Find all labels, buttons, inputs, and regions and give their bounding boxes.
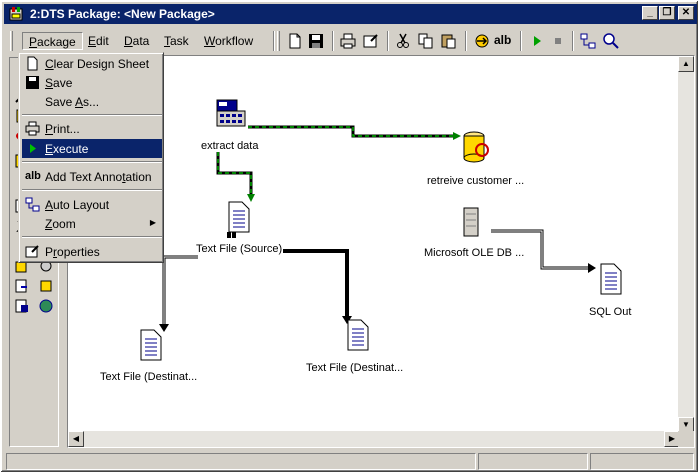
toolbar-separator [387, 31, 389, 51]
restore-button[interactable]: ❐ [659, 6, 675, 20]
package-menu-dropdown: Clear Design Sheet Save Save As... Print… [18, 52, 164, 263]
node-label-extract-data[interactable]: extract data [201, 140, 258, 152]
scrollbar-corner [678, 431, 694, 447]
sql-connection-icon[interactable] [215, 98, 247, 128]
status-panel-main [6, 453, 476, 470]
menu-item-clear-design-sheet[interactable]: Clear Design Sheet [22, 54, 162, 73]
status-panel-2 [478, 453, 588, 470]
horizontal-scrollbar[interactable]: ◀ ▶ [68, 431, 680, 447]
ole-db-server-icon[interactable] [461, 206, 481, 238]
menu-item-add-text-annotation[interactable]: alb Add Text Annotation [22, 167, 162, 186]
menu-separator [22, 236, 162, 238]
text-annotation-icon[interactable]: alb [494, 33, 511, 47]
toolbar-separator [273, 31, 275, 51]
text-file-icon[interactable] [138, 329, 164, 361]
window-title: 2:DTS Package: <New Package> [30, 7, 215, 21]
menu-item-auto-layout[interactable]: Auto Layout [22, 195, 162, 214]
menu-task[interactable]: Task [158, 32, 195, 50]
import-icon[interactable] [473, 32, 491, 50]
paste-icon[interactable] [440, 32, 458, 50]
menu-separator [22, 161, 162, 163]
text-file-icon[interactable] [226, 201, 252, 239]
auto-layout-icon [25, 197, 40, 212]
menu-item-save[interactable]: Save [22, 73, 162, 92]
menu-data[interactable]: Data [118, 32, 155, 50]
node-label-text-file-source[interactable]: Text File (Source) [196, 243, 282, 255]
vertical-scrollbar[interactable]: ▲ ▼ [678, 56, 694, 433]
menu-item-properties[interactable]: Properties [22, 242, 162, 261]
status-bar [4, 451, 697, 471]
cut-icon[interactable] [394, 32, 412, 50]
menu-item-execute[interactable]: Execute [22, 139, 162, 158]
menu-workflow[interactable]: Workflow [198, 32, 259, 50]
submenu-arrow-icon: ▶ [149, 218, 156, 227]
palette-script-icon[interactable] [14, 278, 30, 294]
node-label-text-file-destination-2[interactable]: Text File (Destinat... [306, 362, 403, 374]
zoom-icon[interactable] [602, 32, 620, 50]
status-panel-3 [590, 453, 694, 470]
menu-item-save-as[interactable]: Save As... [22, 92, 162, 111]
menu-item-print[interactable]: Print... [22, 119, 162, 138]
properties-icon [25, 245, 39, 258]
toolbar-separator [332, 31, 334, 51]
palette-globe-icon[interactable] [38, 298, 54, 314]
menu-separator [22, 114, 162, 116]
auto-layout-icon[interactable] [579, 32, 597, 50]
app-icon [9, 7, 23, 21]
text-annotation-icon: alb [25, 170, 41, 182]
node-label-ole-db[interactable]: Microsoft OLE DB ... [424, 247, 524, 259]
toolbar-separator [520, 31, 522, 51]
execute-icon [30, 144, 36, 153]
text-file-icon[interactable] [345, 319, 371, 351]
close-button[interactable]: ✕ [678, 6, 694, 20]
toolbar-separator [465, 31, 467, 51]
data-driven-query-icon[interactable] [460, 130, 492, 164]
menu-package[interactable]: Package [22, 32, 83, 50]
menu-toolbar-row: Package Edit Data Task Workflow alb [4, 27, 697, 55]
copy-icon[interactable] [417, 32, 435, 50]
palette-cube-icon[interactable] [38, 278, 54, 294]
palette-transfer-icon[interactable] [14, 298, 30, 314]
save-icon [26, 76, 39, 89]
new-icon[interactable] [286, 32, 304, 50]
node-label-text-file-destination-1[interactable]: Text File (Destinat... [100, 371, 197, 383]
new-sheet-icon [27, 56, 38, 71]
print-icon[interactable] [339, 32, 357, 50]
text-file-icon[interactable] [598, 263, 624, 295]
menu-edit[interactable]: Edit [82, 32, 115, 50]
stop-icon[interactable] [549, 32, 567, 50]
scroll-left-button[interactable]: ◀ [68, 431, 84, 447]
minimize-button[interactable]: _ [642, 6, 658, 20]
execute-icon[interactable] [528, 32, 546, 50]
print-icon [25, 121, 40, 136]
menubar-grip[interactable] [10, 31, 13, 51]
menu-separator [22, 189, 162, 191]
node-label-retreive-customer[interactable]: retreive customer ... [427, 175, 524, 187]
title-bar[interactable]: 2:DTS Package: <New Package> _ ❐ ✕ [4, 4, 697, 24]
node-label-sql-out[interactable]: SQL Out [589, 306, 631, 318]
dts-package-window: 2:DTS Package: <New Package> _ ❐ ✕ Packa… [0, 0, 699, 473]
menu-item-zoom[interactable]: Zoom ▶ [22, 214, 162, 233]
properties-icon[interactable] [362, 32, 380, 50]
save-icon[interactable] [307, 32, 325, 50]
scroll-up-button[interactable]: ▲ [678, 56, 694, 72]
toolbar-grip[interactable] [277, 31, 280, 51]
toolbar-separator [572, 31, 574, 51]
